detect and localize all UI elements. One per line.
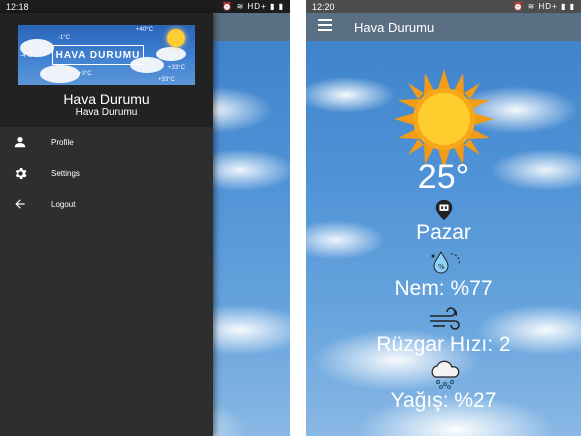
left-phone-screen: 12:18 ⏰ ≋ HD+ ▮ ▮ HAVA DURUMU +40°C -1°C… [0, 0, 290, 436]
drawer-title: Hava Durumu [63, 91, 150, 107]
banner-temp: +33°C [158, 77, 175, 83]
drawer-item-label: Profile [51, 137, 74, 147]
wind-speed-value: Rüzgar Hızı: 2 [376, 333, 511, 356]
temperature-value: 25° [417, 158, 470, 196]
status-bar: 12:20 ⏰ ≋ HD+ ▮ ▮ [306, 0, 581, 13]
banner-temp: +40°C [136, 27, 153, 33]
banner-temp: -1°C [58, 35, 71, 41]
app-title: Hava Durumu [354, 19, 435, 35]
humidity-icon: % [431, 250, 460, 274]
banner-sun-icon [167, 29, 185, 47]
status-bar: 12:18 ⏰ ≋ HD+ ▮ ▮ [0, 0, 290, 13]
drawer-item-settings[interactable]: Settings [0, 158, 213, 188]
banner-cloud [156, 47, 186, 61]
banner-temp: +33°C [168, 65, 185, 71]
rain-chance-value: Yağış: %27 [390, 389, 497, 412]
arrow-left-icon [11, 195, 29, 213]
rain-cloud-icon [431, 360, 460, 389]
location-pin-icon [435, 199, 453, 221]
drawer-item-label: Logout [51, 199, 76, 209]
hava-durumu-banner: HAVA DURUMU +40°C -1°C -4°C +3°C +33°C +… [18, 25, 195, 85]
day-value: Pazar [416, 221, 471, 244]
navigation-drawer[interactable]: HAVA DURUMU +40°C -1°C -4°C +3°C +33°C +… [0, 13, 213, 436]
banner-title: HAVA DURUMU [52, 45, 144, 65]
svg-text:%: % [438, 263, 445, 271]
drawer-item-logout[interactable]: Logout [0, 189, 213, 219]
right-phone-screen: 12:20 ⏰ ≋ HD+ ▮ ▮ Hava Durumu 25° Pazar … [306, 0, 581, 436]
drawer-header: HAVA DURUMU +40°C -1°C -4°C +3°C +33°C +… [0, 13, 213, 127]
banner-temp: +3°C [78, 71, 92, 77]
app-bar: Hava Durumu [306, 13, 581, 41]
drawer-subtitle: Hava Durumu [75, 107, 138, 118]
drawer-item-label: Settings [51, 168, 80, 178]
wind-icon [430, 307, 460, 330]
status-time: 12:18 [6, 1, 29, 12]
gear-icon [11, 164, 29, 182]
humidity-value: Nem: %77 [394, 277, 493, 300]
hamburger-icon[interactable] [318, 18, 332, 36]
sun-icon [394, 69, 494, 169]
weather-content: 25° Pazar % Nem: %77 Rüzgar Hızı: 2 Yağı… [306, 41, 581, 436]
status-icons: ⏰ ≋ HD+ ▮ ▮ [222, 2, 284, 11]
person-icon [11, 133, 29, 151]
banner-cloud [40, 65, 80, 83]
status-icons: ⏰ ≋ HD+ ▮ ▮ [513, 2, 575, 11]
drawer-item-profile[interactable]: Profile [0, 127, 213, 157]
banner-temp: -4°C [20, 53, 33, 59]
status-time: 12:20 [312, 1, 335, 12]
